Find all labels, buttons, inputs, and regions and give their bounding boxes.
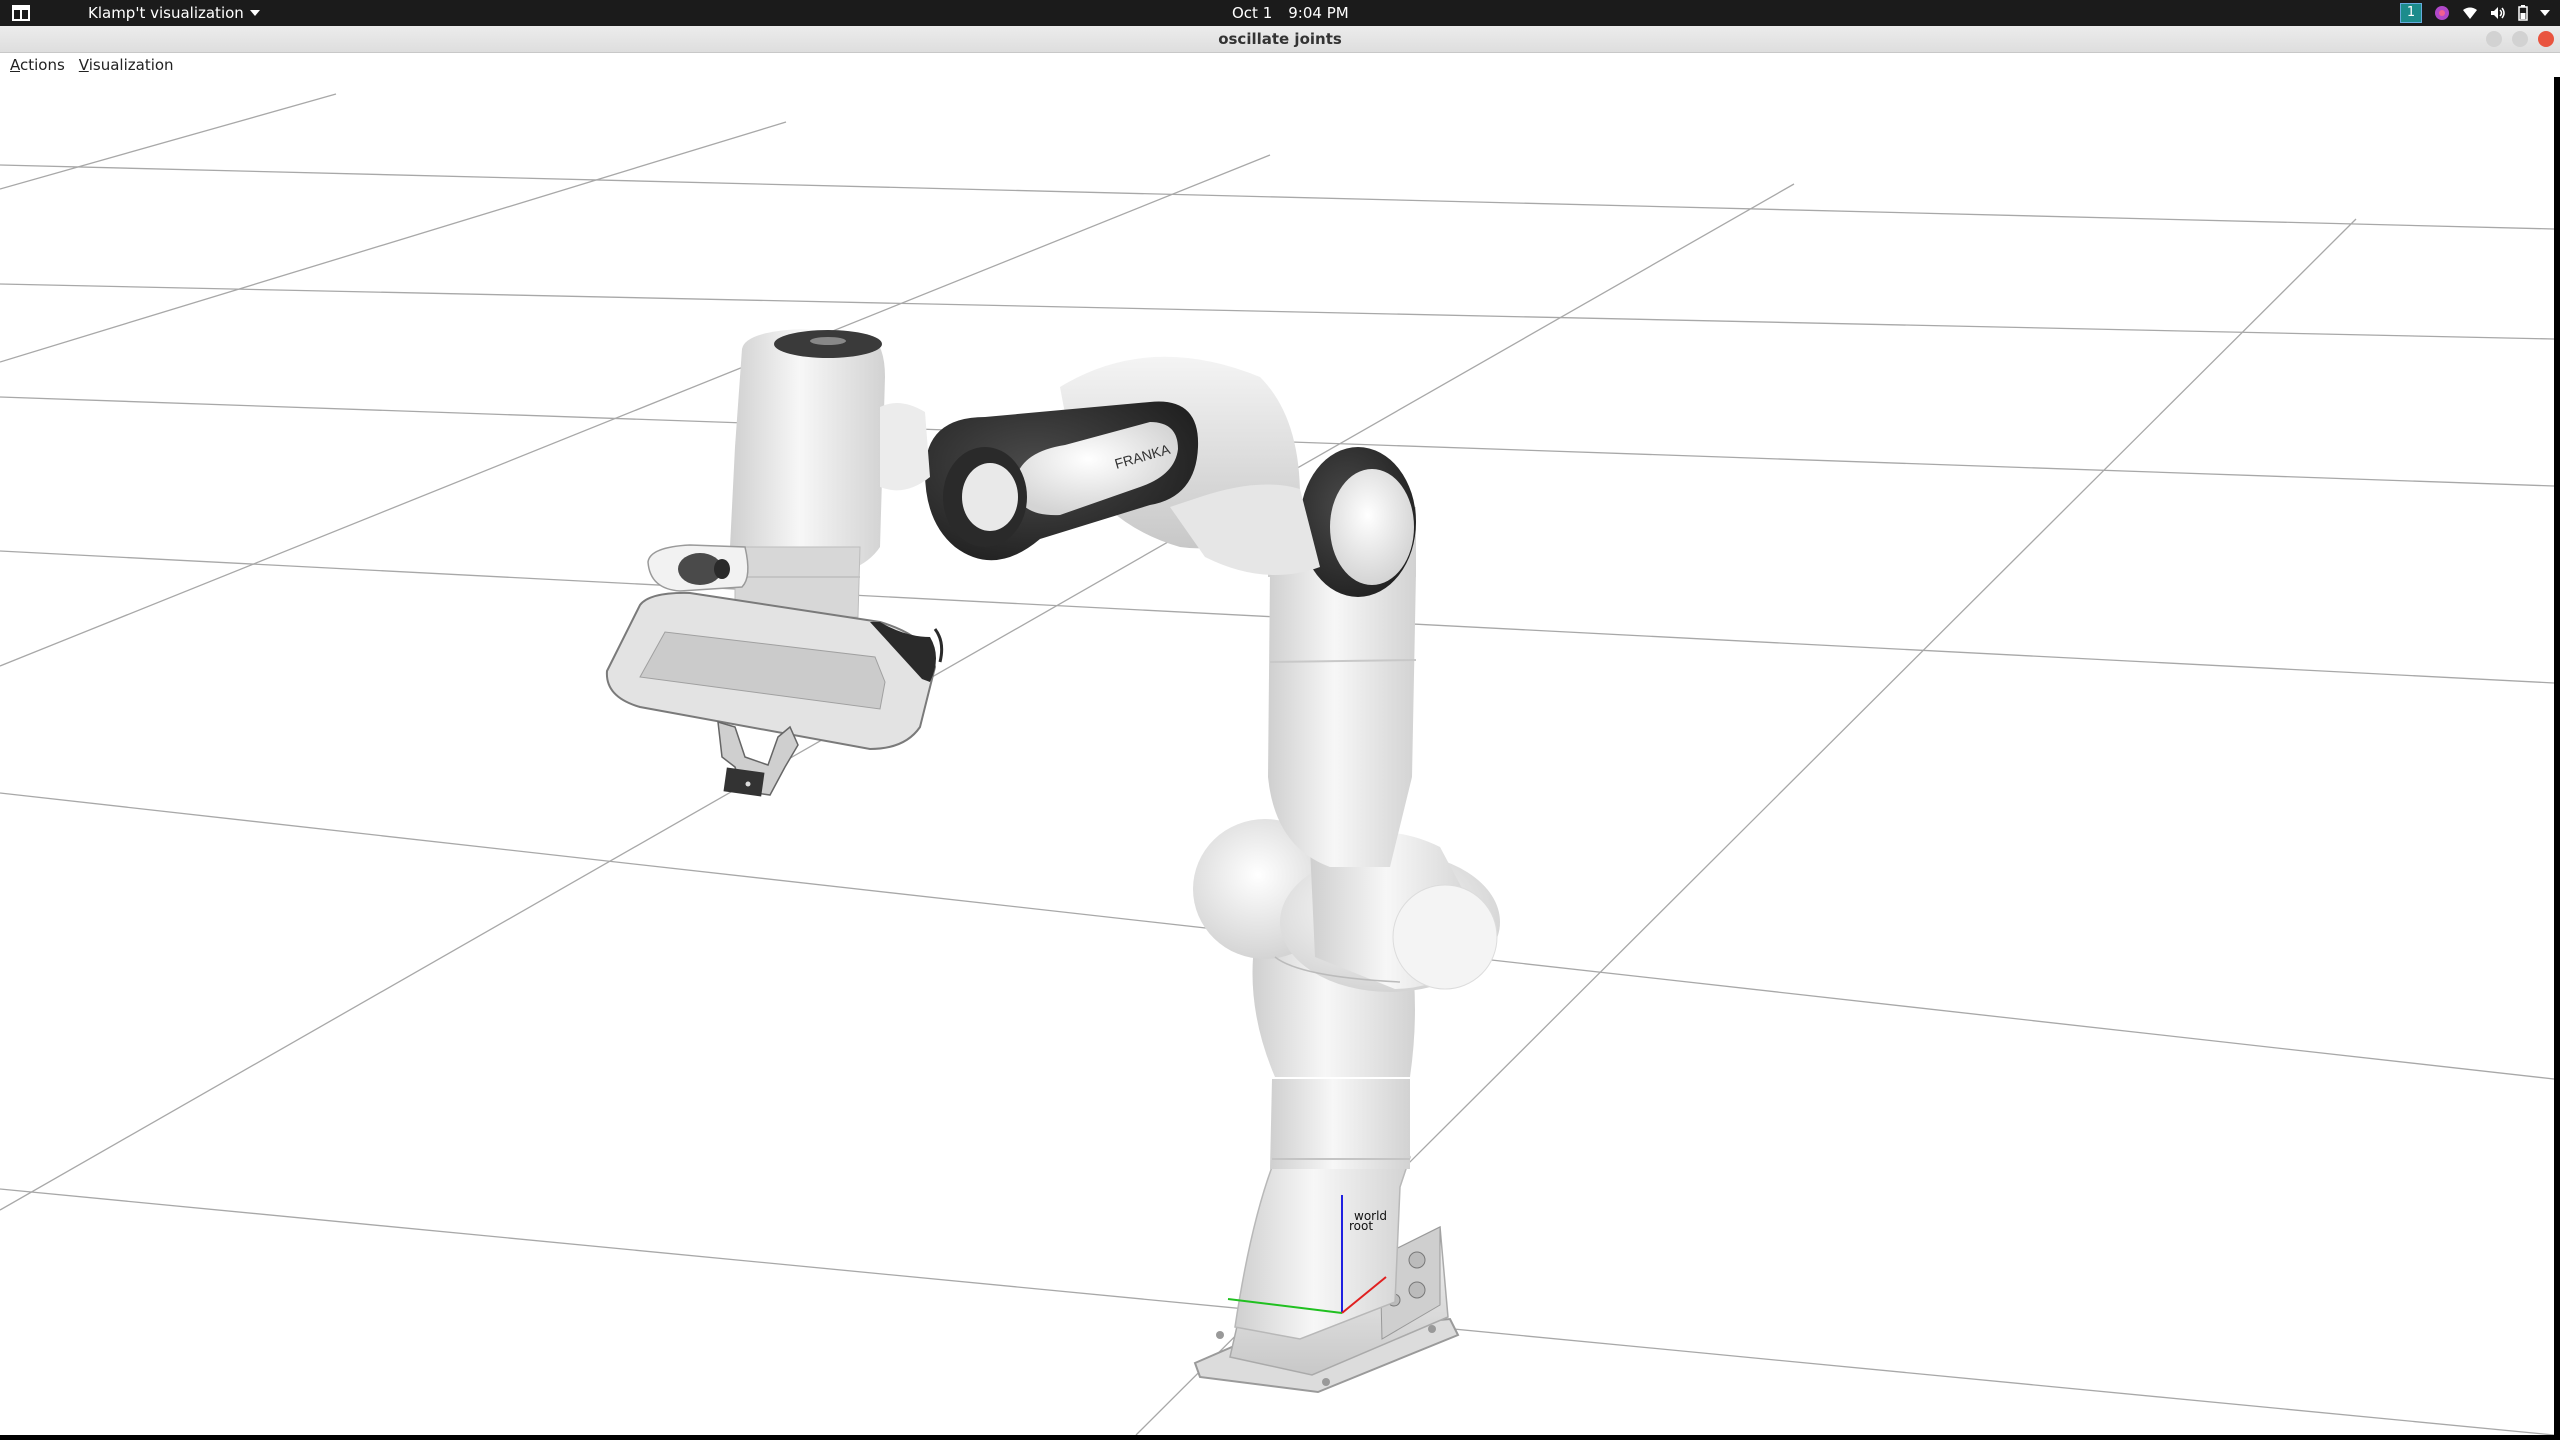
app-menu-label: Klamp't visualization	[88, 4, 244, 22]
activities-icon[interactable]	[12, 4, 30, 22]
workspace-indicator[interactable]: 1	[2400, 3, 2422, 23]
clock[interactable]: Oct 1 9:04 PM	[1232, 3, 1349, 23]
window-title: oscillate joints	[1218, 30, 1342, 48]
robot-link-lower	[1234, 939, 1415, 1340]
top-bar: Klamp't visualization Oct 1 9:04 PM 1	[0, 0, 2560, 26]
robot-fingers	[717, 720, 799, 797]
wifi-icon[interactable]	[2462, 6, 2478, 20]
system-menu-icon[interactable]	[2540, 10, 2550, 16]
close-button[interactable]	[2538, 31, 2554, 47]
menu-bar: Actions Visualization	[0, 53, 2560, 77]
robot-camera	[647, 544, 749, 592]
volume-icon[interactable]	[2490, 6, 2506, 20]
date-label: Oct 1	[1232, 4, 1273, 22]
3d-viewport[interactable]: FRANKA world root	[0, 77, 2554, 1435]
robot-wrist	[730, 329, 930, 618]
maximize-button[interactable]	[2512, 31, 2528, 47]
app-menu[interactable]: Klamp't visualization	[88, 3, 260, 23]
frame-label-root: root	[1349, 1219, 1374, 1233]
time-label: 9:04 PM	[1288, 4, 1349, 22]
robot-gripper	[605, 591, 944, 751]
dropdown-icon	[249, 10, 260, 16]
menu-actions[interactable]: Actions	[10, 56, 65, 74]
window-titlebar[interactable]: oscillate joints	[0, 26, 2560, 53]
battery-icon[interactable]	[2518, 5, 2528, 21]
system-tray: 1	[2400, 2, 2550, 24]
app-indicator-icon[interactable]	[2434, 5, 2450, 21]
minimize-button[interactable]	[2486, 31, 2502, 47]
scene-render: FRANKA	[0, 93, 2554, 1435]
menu-visualization[interactable]: Visualization	[79, 56, 174, 74]
robot-joint-shoulder	[1300, 447, 1416, 597]
